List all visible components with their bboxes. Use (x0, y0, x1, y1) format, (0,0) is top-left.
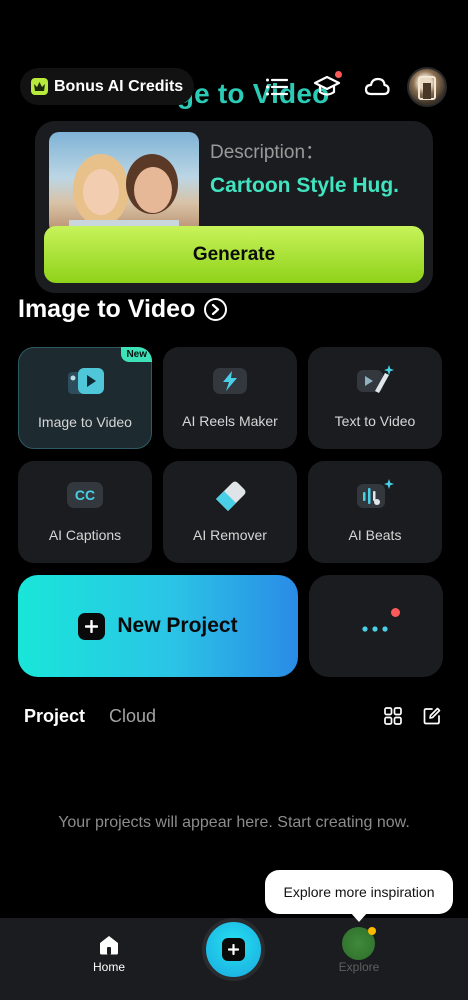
notification-dot (335, 71, 342, 78)
reels-lightning-icon (210, 363, 250, 397)
tool-ai-remover[interactable]: AI Remover (163, 461, 297, 563)
section-title: Image to Video (18, 295, 196, 323)
tab-project[interactable]: Project (24, 706, 85, 727)
bonus-credits-label: Bonus AI Credits (54, 77, 184, 95)
section-title-link[interactable]: Image to Video (18, 295, 228, 324)
more-dots-icon (361, 621, 391, 639)
avatar[interactable] (407, 67, 447, 107)
tool-ai-reels-maker[interactable]: AI Reels Maker (163, 347, 297, 449)
tool-label: AI Captions (48, 527, 122, 543)
tool-label: AI Remover (193, 527, 267, 543)
nav-explore-label[interactable]: Explore (330, 960, 388, 974)
grid-view-icon[interactable] (384, 707, 402, 725)
new-badge: New (121, 347, 152, 362)
tool-ai-captions[interactable]: CC AI Captions (18, 461, 152, 563)
explore-tooltip: Explore more inspiration (265, 870, 453, 914)
image-to-video-icon (66, 364, 106, 398)
empty-projects-message: Your projects will appear here. Start cr… (58, 814, 410, 831)
tool-ai-beats[interactable]: AI Beats (308, 461, 442, 563)
plus-icon (78, 612, 106, 640)
more-tools-button[interactable] (309, 575, 443, 677)
tooltip-pointer (350, 912, 368, 922)
edit-icon[interactable] (423, 707, 441, 725)
notification-dot (368, 927, 376, 935)
list-icon[interactable] (264, 74, 290, 100)
new-project-button[interactable]: New Project (18, 575, 298, 677)
generate-button[interactable]: Generate (44, 226, 424, 283)
cloud-icon[interactable] (364, 74, 390, 100)
nav-home-label[interactable]: Home (80, 960, 138, 974)
home-icon[interactable] (97, 934, 121, 956)
tool-label: Text to Video (334, 413, 416, 429)
svg-text:CC: CC (75, 487, 95, 503)
graduation-cap-icon[interactable] (313, 71, 342, 100)
crown-icon (31, 78, 48, 95)
new-project-label: New Project (117, 614, 238, 637)
chevron-right-icon (204, 298, 228, 321)
tool-label: Image to Video (38, 414, 132, 430)
eraser-icon (210, 477, 250, 511)
description-label: Description： (210, 142, 325, 163)
description-value: Cartoon Style Hug. (210, 174, 400, 197)
tool-label: AI Reels Maker (182, 413, 278, 429)
tab-cloud[interactable]: Cloud (109, 706, 156, 727)
tool-label: AI Beats (348, 527, 402, 543)
tool-image-to-video[interactable]: New Image to Video (18, 347, 152, 449)
text-to-video-icon (355, 363, 395, 397)
create-button[interactable] (202, 918, 265, 981)
bonus-ai-credits-button[interactable]: Bonus AI Credits (20, 68, 194, 105)
hero-preview-image (49, 132, 199, 234)
beats-icon (355, 477, 395, 511)
notification-dot (391, 608, 400, 617)
plus-icon (222, 938, 245, 961)
tool-text-to-video[interactable]: Text to Video (308, 347, 442, 449)
captions-cc-icon: CC (65, 477, 105, 511)
